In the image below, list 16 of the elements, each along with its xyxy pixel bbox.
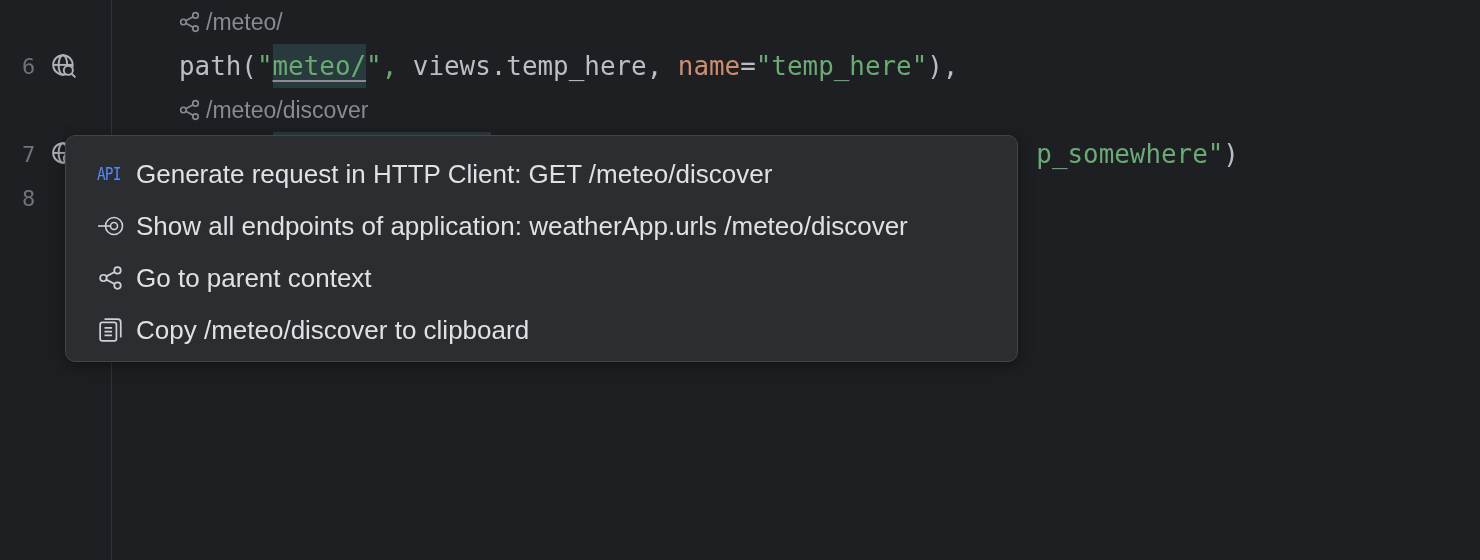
share-icon <box>179 99 201 121</box>
line-number: 7 <box>22 141 36 167</box>
line-number: 8 <box>22 185 36 211</box>
globe-search-icon[interactable] <box>51 53 77 79</box>
menu-item[interactable]: Go to parent context <box>66 252 1017 304</box>
menu-item[interactable]: Show all endpoints of application: weatherApp.urls /meteo/discover <box>66 200 1017 252</box>
route-hint: /meteo/discover <box>206 96 369 124</box>
share-icon <box>179 11 201 33</box>
line-number: 6 <box>22 53 36 79</box>
share-icon <box>97 265 125 291</box>
code-line: p_somewhere") <box>1036 138 1239 171</box>
route-hint: /meteo/ <box>206 8 283 36</box>
menu-item[interactable]: Copy /meteo/discover to clipboard <box>66 304 1017 356</box>
menu-item[interactable]: API Generate request in HTTP Client: GET /meteo/discover <box>66 148 1017 200</box>
copy-icon <box>97 317 125 343</box>
code-line: path("meteo/", views.temp_here, name="temp_here"), <box>179 44 959 88</box>
